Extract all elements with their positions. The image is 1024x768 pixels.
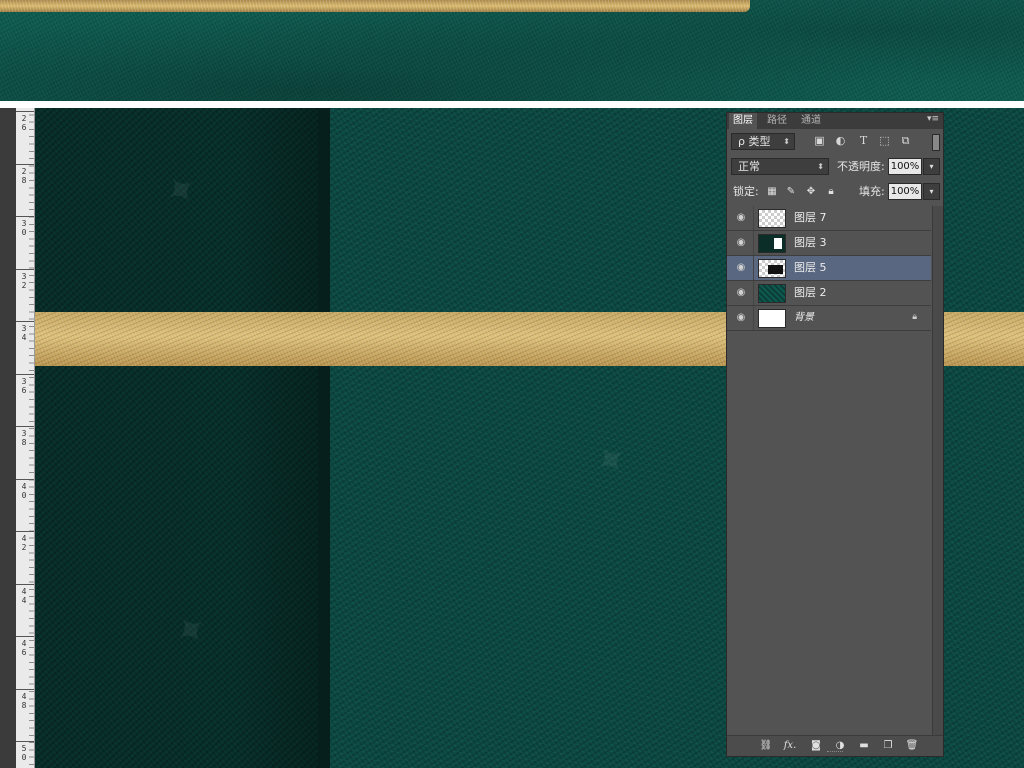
ruler-label: 42 <box>21 534 27 552</box>
layer-thumbnail <box>758 309 786 328</box>
ruler-major-tick <box>16 688 34 690</box>
image-separator <box>0 101 1024 108</box>
ruler-major-tick <box>16 216 34 217</box>
visibility-eye-icon[interactable]: ◉ <box>734 312 748 324</box>
layer-thumbnail <box>758 209 786 228</box>
ruler-label: 46 <box>21 639 27 657</box>
ruler-label: 38 <box>21 429 27 447</box>
toolbar-strip <box>0 108 16 768</box>
layer-name[interactable]: 图层 2 <box>794 286 827 300</box>
ruler-major-tick <box>16 268 34 270</box>
smart-object-filter-icon[interactable]: ⧉ <box>899 135 912 147</box>
dark-divider-line <box>318 108 330 768</box>
panel-tab-bar: 图层 路径 通道 ▾≡ <box>727 113 943 129</box>
panel-resize-grip[interactable] <box>827 751 843 754</box>
fill-input[interactable]: 100% <box>888 183 922 200</box>
ruler-major-tick <box>16 373 34 375</box>
layers-scrollbar[interactable] <box>932 206 943 736</box>
ruler-label: 26 <box>21 114 27 132</box>
ruler-label: 32 <box>21 271 27 290</box>
lock-all-icon[interactable]: 🔒︎ <box>825 186 837 198</box>
filter-toggle-switch[interactable] <box>932 134 940 151</box>
layer-row-layer-5[interactable]: ◉ 图层 5 <box>727 256 931 281</box>
layers-panel: 图层 路径 通道 ▾≡ ρ 类型 ⬍ ▣ ◐ T ⬚ ⧉ 正常 ⬍ 不透明度: … <box>726 112 944 757</box>
chevron-updown-icon: ⬍ <box>783 137 790 146</box>
layer-row-layer-3[interactable]: ◉ 图层 3 <box>727 231 931 256</box>
opacity-slider-button[interactable]: ▾ <box>923 158 940 175</box>
delete-layer-icon[interactable]: 🗑︎ <box>905 739 919 752</box>
blend-mode-dropdown[interactable]: 正常 ⬍ <box>731 158 829 175</box>
tab-channels[interactable]: 通道 <box>797 113 825 129</box>
dark-velvet-panel <box>35 108 318 768</box>
layer-row-layer-7[interactable]: ◉ 图层 7 <box>727 206 931 231</box>
fill-slider-button[interactable]: ▾ <box>923 183 940 200</box>
visibility-eye-icon[interactable]: ◉ <box>734 262 748 274</box>
layer-thumbnail <box>758 259 786 278</box>
ruler-label: 44 <box>21 586 27 605</box>
type-filter-icon[interactable]: T <box>857 135 870 147</box>
top-gold-strip <box>0 0 750 12</box>
ruler-label: 30 <box>21 219 27 237</box>
filter-kind-label: ρ 类型 <box>738 135 771 148</box>
blend-mode-value: 正常 <box>738 160 760 173</box>
shape-filter-icon[interactable]: ⬚ <box>878 135 891 147</box>
fx-icon[interactable]: fx. <box>783 739 797 752</box>
ruler-major-tick <box>16 426 34 427</box>
layer-name[interactable]: 图层 7 <box>794 211 827 225</box>
layer-mask-icon[interactable]: ◙ <box>809 739 823 752</box>
ruler-major-tick <box>16 741 34 742</box>
watermark-mark: ✦ <box>584 432 639 490</box>
adjustment-filter-icon[interactable]: ◐ <box>834 135 847 147</box>
top-preview-image <box>0 0 1024 101</box>
lock-transparent-icon[interactable]: ▦ <box>766 186 778 198</box>
tab-layers[interactable]: 图层 <box>729 113 757 129</box>
ruler-major-tick <box>16 636 34 637</box>
ruler-major-tick <box>16 111 34 112</box>
layer-lock-icon: 🔒︎ <box>912 312 917 322</box>
ruler-label: 36 <box>21 376 27 395</box>
ruler-major-tick <box>16 583 34 585</box>
layer-thumbnail <box>758 234 786 253</box>
link-layers-icon[interactable]: ⛓ <box>759 739 773 752</box>
layer-name[interactable]: 图层 5 <box>794 261 827 275</box>
lock-label: 锁定: <box>733 185 759 198</box>
panel-menu-icon[interactable]: ▾≡ <box>927 114 939 124</box>
visibility-eye-icon[interactable]: ◉ <box>734 212 748 224</box>
new-group-icon[interactable]: ▬ <box>857 739 871 752</box>
ruler-label: 34 <box>21 324 27 342</box>
ruler-major-tick <box>16 478 34 480</box>
fill-label: 填充: <box>859 185 885 198</box>
layer-row-background[interactable]: ◉ 背景 🔒︎ <box>727 306 931 331</box>
visibility-eye-icon[interactable]: ◉ <box>734 237 748 249</box>
ruler-label: 48 <box>21 691 27 710</box>
ruler-label: 40 <box>21 481 27 500</box>
ruler-major-tick <box>16 531 34 532</box>
layer-thumbnail <box>758 284 786 303</box>
layer-name[interactable]: 背景 <box>794 311 814 325</box>
opacity-label: 不透明度: <box>837 160 885 173</box>
layer-filter-kind-dropdown[interactable]: ρ 类型 ⬍ <box>731 133 795 150</box>
new-layer-icon[interactable]: ❐ <box>881 739 895 752</box>
panel-footer: ⛓ fx. ◙ ◑ ▬ ❐ 🗑︎ <box>727 735 943 756</box>
opacity-input[interactable]: 100% <box>888 158 922 175</box>
ruler-major-tick <box>16 163 34 165</box>
visibility-eye-icon[interactable]: ◉ <box>734 287 748 299</box>
lock-paint-icon[interactable]: ✎ <box>785 186 797 198</box>
chevron-updown-icon: ⬍ <box>817 162 824 171</box>
lock-move-icon[interactable]: ✥ <box>805 186 817 198</box>
tab-paths[interactable]: 路径 <box>763 113 791 129</box>
ruler-major-tick <box>16 321 34 322</box>
image-filter-icon[interactable]: ▣ <box>813 135 826 147</box>
ruler-label: 50 <box>21 744 27 762</box>
layer-name[interactable]: 图层 3 <box>794 236 827 250</box>
vertical-ruler[interactable]: 26 28 30 32 34 36 38 40 42 44 46 48 50 <box>16 108 35 768</box>
ruler-label: 28 <box>21 166 27 185</box>
layer-row-layer-2[interactable]: ◉ 图层 2 <box>727 281 931 306</box>
